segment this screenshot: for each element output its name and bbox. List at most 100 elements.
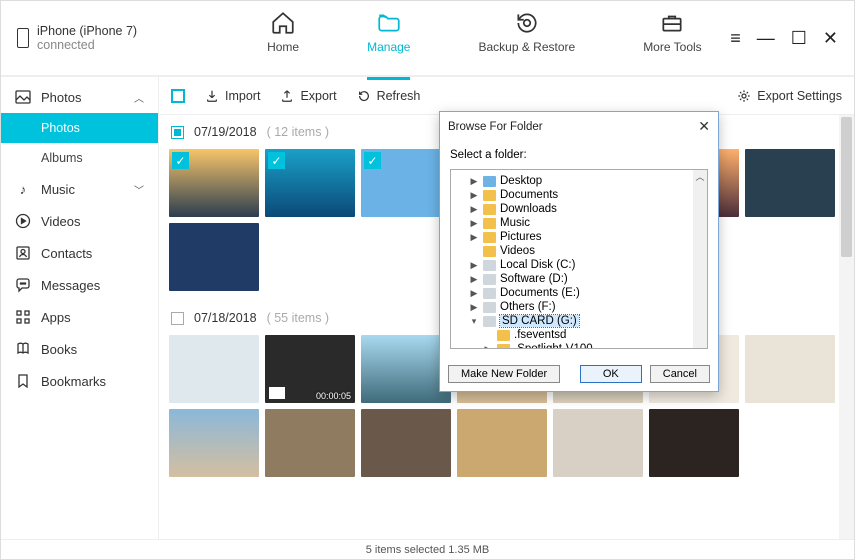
tree-twisty-icon[interactable]: ▶ — [483, 344, 493, 350]
tree-item[interactable]: ▶Others (F:) — [455, 300, 703, 314]
tree-twisty-icon[interactable]: ▶ — [469, 218, 479, 229]
tree-item[interactable]: ▶Software (D:) — [455, 272, 703, 286]
photo-thumbnail[interactable] — [745, 335, 835, 403]
tree-twisty-icon[interactable]: ▶ — [469, 232, 479, 243]
photo-thumbnail[interactable] — [361, 335, 451, 403]
videos-icon — [15, 213, 31, 229]
sidebar-item-photos[interactable]: Photos ︿ — [1, 81, 158, 113]
nav-backup-label: Backup & Restore — [478, 40, 575, 54]
drive-icon — [483, 260, 496, 271]
app-header: iPhone (iPhone 7) connected Home Manage … — [1, 1, 854, 77]
tree-twisty-icon[interactable]: ▾ — [469, 316, 479, 327]
photo-thumbnail[interactable] — [361, 409, 451, 477]
tree-item-label: Documents (E:) — [500, 287, 580, 299]
group-count: ( 55 items ) — [267, 311, 330, 325]
tree-twisty-icon[interactable]: ▶ — [469, 190, 479, 201]
tree-twisty-icon[interactable]: ▶ — [469, 274, 479, 285]
drive-icon — [483, 288, 496, 299]
group-date: 07/19/2018 — [194, 125, 257, 139]
dialog-close-button[interactable]: ✕ — [698, 118, 710, 135]
tree-scrollbar[interactable]: ︿ — [693, 170, 707, 348]
check-icon — [172, 152, 189, 169]
nav-manage[interactable]: Manage — [367, 10, 410, 80]
nav-home[interactable]: Home — [267, 10, 299, 66]
dialog-label: Select a folder: — [450, 149, 708, 161]
select-all-checkbox[interactable] — [171, 89, 185, 103]
folder-icon — [497, 330, 510, 341]
video-thumbnail[interactable]: 00:00:05 — [265, 335, 355, 403]
tree-item[interactable]: ▶ Documents (E:) — [455, 286, 703, 300]
menu-icon[interactable]: ≡ — [730, 28, 741, 49]
tree-item[interactable]: ▶ Pictures — [455, 230, 703, 244]
export-button[interactable]: Export — [280, 89, 336, 103]
photo-thumbnail[interactable] — [265, 409, 355, 477]
tree-item[interactable]: ▶Local Disk (C:) — [455, 258, 703, 272]
cancel-button[interactable]: Cancel — [650, 365, 710, 383]
nav-manage-label: Manage — [367, 40, 410, 54]
video-duration: 00:00:05 — [316, 391, 351, 401]
tree-item[interactable]: ▶Desktop — [455, 174, 703, 188]
sidebar-bookmarks-label: Bookmarks — [41, 374, 106, 389]
home-icon — [270, 10, 296, 36]
sidebar-photos-label: Photos — [41, 90, 81, 105]
folder-tree[interactable]: ︿ ▶Desktop▶Documents▶Downloads▶Music▶Pic… — [450, 169, 708, 349]
tree-item[interactable]: ▾SD CARD (G:) — [455, 314, 703, 328]
sidebar-item-apps[interactable]: Apps — [1, 301, 158, 333]
sidebar-item-videos[interactable]: Videos — [1, 205, 158, 237]
drive-icon — [483, 274, 496, 285]
photo-thumbnail[interactable] — [457, 409, 547, 477]
photo-thumbnail[interactable] — [169, 149, 259, 217]
tree-item[interactable]: ▶Downloads — [455, 202, 703, 216]
tree-item[interactable]: .fseventsd — [455, 328, 703, 342]
tree-twisty-icon[interactable]: ▶ — [469, 176, 479, 187]
photo-thumbnail[interactable] — [553, 409, 643, 477]
nav-home-label: Home — [267, 40, 299, 54]
books-icon — [15, 341, 31, 357]
photo-thumbnail[interactable] — [649, 409, 739, 477]
sidebar-item-messages[interactable]: Messages — [1, 269, 158, 301]
sidebar-item-books[interactable]: Books — [1, 333, 158, 365]
tree-twisty-icon[interactable]: ▶ — [469, 260, 479, 271]
tree-item[interactable]: ▶Documents — [455, 188, 703, 202]
group-checkbox[interactable] — [171, 312, 184, 325]
sidebar-item-music[interactable]: ♪ Music ﹀ — [1, 173, 158, 205]
main-area: Photos ︿ Photos Albums ♪ Music ﹀ Videos … — [1, 77, 854, 539]
import-button[interactable]: Import — [205, 89, 260, 103]
sidebar-item-bookmarks[interactable]: Bookmarks — [1, 365, 158, 397]
refresh-button[interactable]: Refresh — [357, 89, 421, 103]
group-checkbox[interactable] — [171, 126, 184, 139]
maximize-button[interactable]: ☐ — [791, 28, 807, 49]
ok-button[interactable]: OK — [580, 365, 642, 383]
scrollbar-vertical[interactable] — [839, 115, 854, 539]
photo-thumbnail[interactable] — [169, 223, 259, 291]
tree-twisty-icon[interactable]: ▶ — [469, 288, 479, 299]
tree-item-label: Pictures — [500, 231, 542, 243]
drive-icon — [483, 316, 496, 327]
photo-thumbnail[interactable] — [169, 409, 259, 477]
photo-thumbnail[interactable] — [169, 335, 259, 403]
dialog-title: Browse For Folder — [448, 121, 543, 133]
photo-thumbnail[interactable] — [745, 149, 835, 217]
export-settings-button[interactable]: Export Settings — [737, 89, 842, 103]
tree-item[interactable]: ▶.Spotlight-V100 — [455, 342, 703, 349]
minimize-button[interactable]: — — [757, 28, 775, 49]
tree-twisty-icon[interactable]: ▶ — [469, 302, 479, 313]
nav-backup[interactable]: Backup & Restore — [478, 10, 575, 66]
desktop-icon — [483, 176, 496, 187]
sidebar-sub-albums[interactable]: Albums — [1, 143, 158, 173]
sidebar-item-contacts[interactable]: Contacts — [1, 237, 158, 269]
photo-thumbnail[interactable] — [265, 149, 355, 217]
sidebar-contacts-label: Contacts — [41, 246, 92, 261]
messages-icon — [15, 277, 31, 293]
close-button[interactable]: ✕ — [823, 28, 838, 49]
tree-twisty-icon[interactable]: ▶ — [469, 204, 479, 215]
photo-thumbnail[interactable] — [361, 149, 451, 217]
nav-tools[interactable]: More Tools — [643, 10, 701, 66]
tree-item[interactable]: ▶ Music — [455, 216, 703, 230]
make-new-folder-button[interactable]: Make New Folder — [448, 365, 560, 383]
sidebar-sub-photos[interactable]: Photos — [1, 113, 158, 143]
tree-item-label: Music — [500, 217, 530, 229]
folder-icon — [483, 232, 496, 243]
export-icon — [280, 89, 294, 103]
tree-item[interactable]: Videos — [455, 244, 703, 258]
